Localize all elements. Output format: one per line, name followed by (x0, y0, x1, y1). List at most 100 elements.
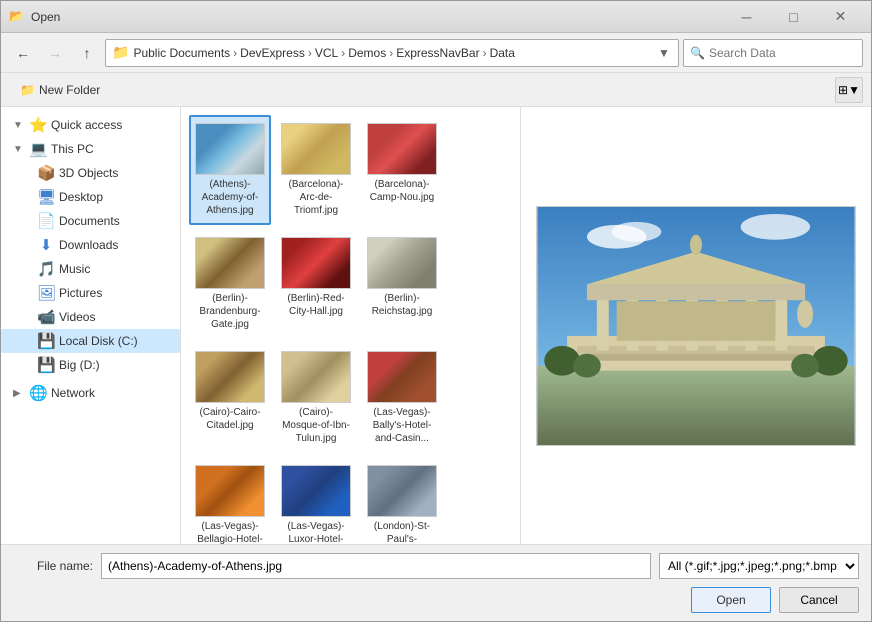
file-item[interactable]: (Athens)-Academy-of-Athens.jpg (189, 115, 271, 225)
file-name: (Berlin)-Reichstag.jpg (367, 292, 437, 318)
file-name: (Las-Vegas)-Luxor-Hotel-and-Casin... (281, 520, 351, 544)
file-thumbnail (195, 465, 265, 517)
button-row: Open Cancel (13, 587, 859, 613)
chevron-down-icon: ▼ (13, 120, 25, 131)
sidebar-this-pc-label: This PC (51, 142, 94, 156)
sidebar-item-videos[interactable]: 📹 Videos (1, 305, 180, 329)
file-thumbnail (281, 465, 351, 517)
preview-image (536, 206, 856, 446)
forward-button[interactable]: → (41, 39, 69, 67)
up-button[interactable]: ↑ (73, 39, 101, 67)
dialog-icon: 📂 (9, 9, 25, 25)
file-item[interactable]: (Cairo)-Mosque-of-Ibn-Tulun.jpg (275, 343, 357, 453)
3d-objects-icon: 📦 (37, 164, 55, 182)
addr-part-4: Demos (348, 46, 386, 60)
addr-part-1: Public Documents (133, 46, 230, 60)
preview-panel (521, 107, 871, 544)
back-button[interactable]: ← (9, 39, 37, 67)
file-thumbnail (281, 351, 351, 403)
filename-row: File name: All (*.gif;*.jpg;*.jpeg;*.png… (13, 553, 859, 579)
music-icon: 🎵 (37, 260, 55, 278)
sidebar-item-this-pc[interactable]: ▼ 💻 This PC (1, 137, 180, 161)
spacer (447, 343, 521, 453)
file-item[interactable]: (Las-Vegas)-Bellagio-Hotel-and-Cas... (189, 457, 271, 544)
sidebar-item-3d-objects[interactable]: 📦 3D Objects (1, 161, 180, 185)
file-item[interactable]: (Las-Vegas)-Bally's-Hotel-and-Casin... (361, 343, 443, 453)
main-area: ▼ ⭐ Quick access ▼ 💻 This PC 📦 3D Object… (1, 107, 871, 544)
file-thumbnail (195, 123, 265, 175)
open-button[interactable]: Open (691, 587, 771, 613)
file-thumbnail (367, 237, 437, 289)
search-icon: 🔍 (690, 46, 705, 60)
address-bar[interactable]: 📁 Public Documents › DevExpress › VCL › … (105, 39, 679, 67)
view-toggle-button[interactable]: ⊞▼ (835, 77, 863, 103)
file-thumbnail (195, 351, 265, 403)
title-controls: ─ □ ✕ (724, 6, 863, 28)
sidebar-item-downloads[interactable]: ⬇ Downloads (1, 233, 180, 257)
view-icon: ⊞▼ (838, 83, 860, 97)
search-input[interactable] (709, 46, 864, 60)
file-thumbnail (367, 351, 437, 403)
spacer (447, 229, 521, 339)
file-item[interactable]: (Barcelona)-Camp-Nou.jpg (361, 115, 443, 225)
sidebar-item-music[interactable]: 🎵 Music (1, 257, 180, 281)
address-dropdown-icon[interactable]: ▼ (656, 46, 672, 60)
file-name: (Berlin)-Brandenburg-Gate.jpg (195, 292, 265, 331)
open-dialog: 📂 Open ─ □ ✕ ← → ↑ 📁 Public Documents › … (0, 0, 872, 622)
close-button[interactable]: ✕ (818, 6, 863, 28)
pictures-icon: 🖼 (37, 284, 55, 302)
address-icon: 📁 (112, 44, 129, 61)
computer-icon: 💻 (29, 140, 47, 158)
file-name: (Athens)-Academy-of-Athens.jpg (195, 178, 265, 217)
bottom-bar: File name: All (*.gif;*.jpg;*.jpeg;*.png… (1, 544, 871, 621)
file-item[interactable]: (Barcelona)-Arc-de-Triomf.jpg (275, 115, 357, 225)
file-thumbnail (195, 237, 265, 289)
addr-part-5: ExpressNavBar (396, 46, 479, 60)
new-folder-label: New Folder (39, 83, 100, 97)
file-item[interactable]: (Berlin)-Red-City-Hall.jpg (275, 229, 357, 339)
file-name: (London)-St-Paul's-Cathedral.jpg (367, 520, 437, 544)
file-thumbnail (281, 123, 351, 175)
quick-access-icon: ⭐ (29, 116, 47, 134)
documents-icon: 📄 (37, 212, 55, 230)
sidebar-item-network[interactable]: ▶ 🌐 Network (1, 381, 180, 405)
sidebar-quick-access-label: Quick access (51, 118, 122, 132)
file-item[interactable]: (Las-Vegas)-Luxor-Hotel-and-Casin... (275, 457, 357, 544)
action-toolbar: 📁 New Folder ⊞▼ (1, 73, 871, 107)
file-item[interactable]: (Berlin)-Brandenburg-Gate.jpg (189, 229, 271, 339)
file-name: (Cairo)-Mosque-of-Ibn-Tulun.jpg (281, 406, 351, 445)
new-folder-icon: 📁 (20, 83, 35, 97)
file-item[interactable]: (London)-St-Paul's-Cathedral.jpg (361, 457, 443, 544)
sidebar-item-desktop[interactable]: 🖥 Desktop (1, 185, 180, 209)
desktop-icon: 🖥 (37, 188, 55, 206)
addr-part-2: DevExpress (240, 46, 305, 60)
content-area: (Athens)-Academy-of-Athens.jpg (Barcelon… (181, 107, 871, 544)
sidebar-item-documents[interactable]: 📄 Documents (1, 209, 180, 233)
new-folder-button[interactable]: 📁 New Folder (9, 77, 111, 103)
cancel-button[interactable]: Cancel (779, 587, 859, 613)
spacer (447, 115, 521, 225)
sidebar-item-quick-access[interactable]: ▼ ⭐ Quick access (1, 113, 180, 137)
file-name: (Barcelona)-Camp-Nou.jpg (367, 178, 437, 204)
addr-part-3: VCL (315, 46, 338, 60)
filetype-select[interactable]: All (*.gif;*.jpg;*.jpeg;*.png;*.bmp;* (659, 553, 859, 579)
sidebar-item-big-d[interactable]: 💾 Big (D:) (1, 353, 180, 377)
local-disk-c-icon: 💾 (37, 332, 55, 350)
file-thumbnail (281, 237, 351, 289)
file-item[interactable]: (Berlin)-Reichstag.jpg (361, 229, 443, 339)
filename-input[interactable] (101, 553, 651, 579)
addr-part-6: Data (490, 46, 515, 60)
dialog-title: Open (31, 10, 724, 24)
minimize-button[interactable]: ─ (724, 6, 769, 28)
sidebar: ▼ ⭐ Quick access ▼ 💻 This PC 📦 3D Object… (1, 107, 181, 544)
maximize-button[interactable]: □ (771, 6, 816, 28)
sidebar-item-pictures[interactable]: 🖼 Pictures (1, 281, 180, 305)
file-grid: (Athens)-Academy-of-Athens.jpg (Barcelon… (181, 107, 521, 544)
file-name: (Barcelona)-Arc-de-Triomf.jpg (281, 178, 351, 217)
videos-icon: 📹 (37, 308, 55, 326)
downloads-icon: ⬇ (37, 236, 55, 254)
search-box[interactable]: 🔍 (683, 39, 863, 67)
sidebar-item-local-disk-c[interactable]: 💾 Local Disk (C:) (1, 329, 180, 353)
file-name: (Las-Vegas)-Bally's-Hotel-and-Casin... (367, 406, 437, 445)
file-item[interactable]: (Cairo)-Cairo-Citadel.jpg (189, 343, 271, 453)
